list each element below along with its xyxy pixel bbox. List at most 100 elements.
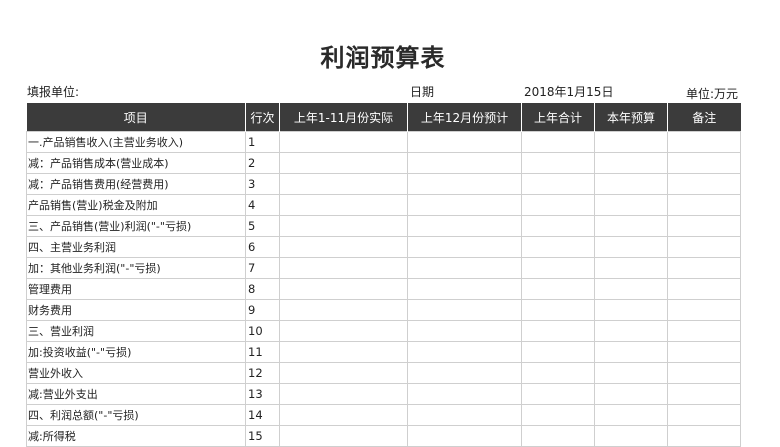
prior-jan-nov-actual-cell[interactable] [279, 425, 408, 447]
prior-dec-forecast-cell[interactable] [407, 299, 522, 321]
prior-year-total-cell[interactable] [521, 404, 595, 426]
remarks-cell[interactable] [667, 341, 741, 363]
current-year-budget-cell[interactable] [594, 383, 668, 405]
row-item-cell[interactable]: 加：其他业务利润("-"亏损) [26, 257, 246, 279]
row-line-number-cell[interactable]: 2 [245, 152, 280, 174]
current-year-budget-cell[interactable] [594, 341, 668, 363]
prior-jan-nov-actual-cell[interactable] [279, 173, 408, 195]
remarks-cell[interactable] [667, 425, 741, 447]
row-item-cell[interactable]: 减:所得税 [26, 425, 246, 447]
remarks-cell[interactable] [667, 320, 741, 342]
current-year-budget-cell[interactable] [594, 194, 668, 216]
row-line-number-cell[interactable]: 13 [245, 383, 280, 405]
prior-dec-forecast-cell[interactable] [407, 257, 522, 279]
prior-jan-nov-actual-cell[interactable] [279, 131, 408, 153]
current-year-budget-cell[interactable] [594, 320, 668, 342]
row-line-number-cell[interactable]: 6 [245, 236, 280, 258]
prior-year-total-cell[interactable] [521, 257, 595, 279]
prior-jan-nov-actual-cell[interactable] [279, 215, 408, 237]
row-item-cell[interactable]: 一.产品销售收入(主营业务收入) [26, 131, 246, 153]
remarks-cell[interactable] [667, 362, 741, 384]
prior-jan-nov-actual-cell[interactable] [279, 404, 408, 426]
prior-dec-forecast-cell[interactable] [407, 236, 522, 258]
row-item-cell[interactable]: 产品销售(营业)税金及附加 [26, 194, 246, 216]
prior-year-total-cell[interactable] [521, 341, 595, 363]
remarks-cell[interactable] [667, 257, 741, 279]
row-item-cell[interactable]: 四、主营业务利润 [26, 236, 246, 258]
current-year-budget-cell[interactable] [594, 215, 668, 237]
prior-jan-nov-actual-cell[interactable] [279, 299, 408, 321]
row-item-cell[interactable]: 加:投资收益("-"亏损) [26, 341, 246, 363]
remarks-cell[interactable] [667, 383, 741, 405]
prior-year-total-cell[interactable] [521, 425, 595, 447]
prior-dec-forecast-cell[interactable] [407, 383, 522, 405]
prior-year-total-cell[interactable] [521, 131, 595, 153]
remarks-cell[interactable] [667, 194, 741, 216]
row-item-cell[interactable]: 减:营业外支出 [26, 383, 246, 405]
prior-dec-forecast-cell[interactable] [407, 320, 522, 342]
prior-year-total-cell[interactable] [521, 236, 595, 258]
row-line-number-cell[interactable]: 8 [245, 278, 280, 300]
row-item-cell[interactable]: 减：产品销售成本(营业成本) [26, 152, 246, 174]
current-year-budget-cell[interactable] [594, 236, 668, 258]
prior-jan-nov-actual-cell[interactable] [279, 383, 408, 405]
row-line-number-cell[interactable]: 1 [245, 131, 280, 153]
prior-dec-forecast-cell[interactable] [407, 404, 522, 426]
row-item-cell[interactable]: 财务费用 [26, 299, 246, 321]
prior-dec-forecast-cell[interactable] [407, 173, 522, 195]
row-item-cell[interactable]: 减：产品销售费用(经营费用) [26, 173, 246, 195]
prior-jan-nov-actual-cell[interactable] [279, 257, 408, 279]
row-line-number-cell[interactable]: 15 [245, 425, 280, 447]
prior-year-total-cell[interactable] [521, 320, 595, 342]
prior-dec-forecast-cell[interactable] [407, 215, 522, 237]
current-year-budget-cell[interactable] [594, 257, 668, 279]
row-line-number-cell[interactable]: 14 [245, 404, 280, 426]
row-line-number-cell[interactable]: 7 [245, 257, 280, 279]
row-item-cell[interactable]: 四、利润总额("-"亏损) [26, 404, 246, 426]
row-item-cell[interactable]: 三、产品销售(营业)利润("-"亏损) [26, 215, 246, 237]
prior-dec-forecast-cell[interactable] [407, 152, 522, 174]
prior-jan-nov-actual-cell[interactable] [279, 362, 408, 384]
row-line-number-cell[interactable]: 11 [245, 341, 280, 363]
prior-year-total-cell[interactable] [521, 362, 595, 384]
prior-jan-nov-actual-cell[interactable] [279, 341, 408, 363]
prior-year-total-cell[interactable] [521, 383, 595, 405]
current-year-budget-cell[interactable] [594, 425, 668, 447]
prior-year-total-cell[interactable] [521, 194, 595, 216]
row-line-number-cell[interactable]: 9 [245, 299, 280, 321]
prior-year-total-cell[interactable] [521, 299, 595, 321]
row-item-cell[interactable]: 管理费用 [26, 278, 246, 300]
row-item-cell[interactable]: 营业外收入 [26, 362, 246, 384]
current-year-budget-cell[interactable] [594, 152, 668, 174]
prior-jan-nov-actual-cell[interactable] [279, 194, 408, 216]
prior-jan-nov-actual-cell[interactable] [279, 278, 408, 300]
prior-jan-nov-actual-cell[interactable] [279, 320, 408, 342]
remarks-cell[interactable] [667, 131, 741, 153]
row-line-number-cell[interactable]: 4 [245, 194, 280, 216]
prior-jan-nov-actual-cell[interactable] [279, 236, 408, 258]
prior-dec-forecast-cell[interactable] [407, 131, 522, 153]
remarks-cell[interactable] [667, 236, 741, 258]
prior-dec-forecast-cell[interactable] [407, 194, 522, 216]
row-item-cell[interactable]: 三、营业利润 [26, 320, 246, 342]
remarks-cell[interactable] [667, 404, 741, 426]
row-line-number-cell[interactable]: 3 [245, 173, 280, 195]
prior-year-total-cell[interactable] [521, 278, 595, 300]
current-year-budget-cell[interactable] [594, 362, 668, 384]
remarks-cell[interactable] [667, 215, 741, 237]
remarks-cell[interactable] [667, 152, 741, 174]
current-year-budget-cell[interactable] [594, 404, 668, 426]
prior-dec-forecast-cell[interactable] [407, 278, 522, 300]
current-year-budget-cell[interactable] [594, 173, 668, 195]
remarks-cell[interactable] [667, 278, 741, 300]
remarks-cell[interactable] [667, 299, 741, 321]
prior-dec-forecast-cell[interactable] [407, 341, 522, 363]
prior-year-total-cell[interactable] [521, 152, 595, 174]
prior-jan-nov-actual-cell[interactable] [279, 152, 408, 174]
current-year-budget-cell[interactable] [594, 299, 668, 321]
prior-dec-forecast-cell[interactable] [407, 362, 522, 384]
prior-year-total-cell[interactable] [521, 215, 595, 237]
row-line-number-cell[interactable]: 10 [245, 320, 280, 342]
current-year-budget-cell[interactable] [594, 278, 668, 300]
row-line-number-cell[interactable]: 12 [245, 362, 280, 384]
